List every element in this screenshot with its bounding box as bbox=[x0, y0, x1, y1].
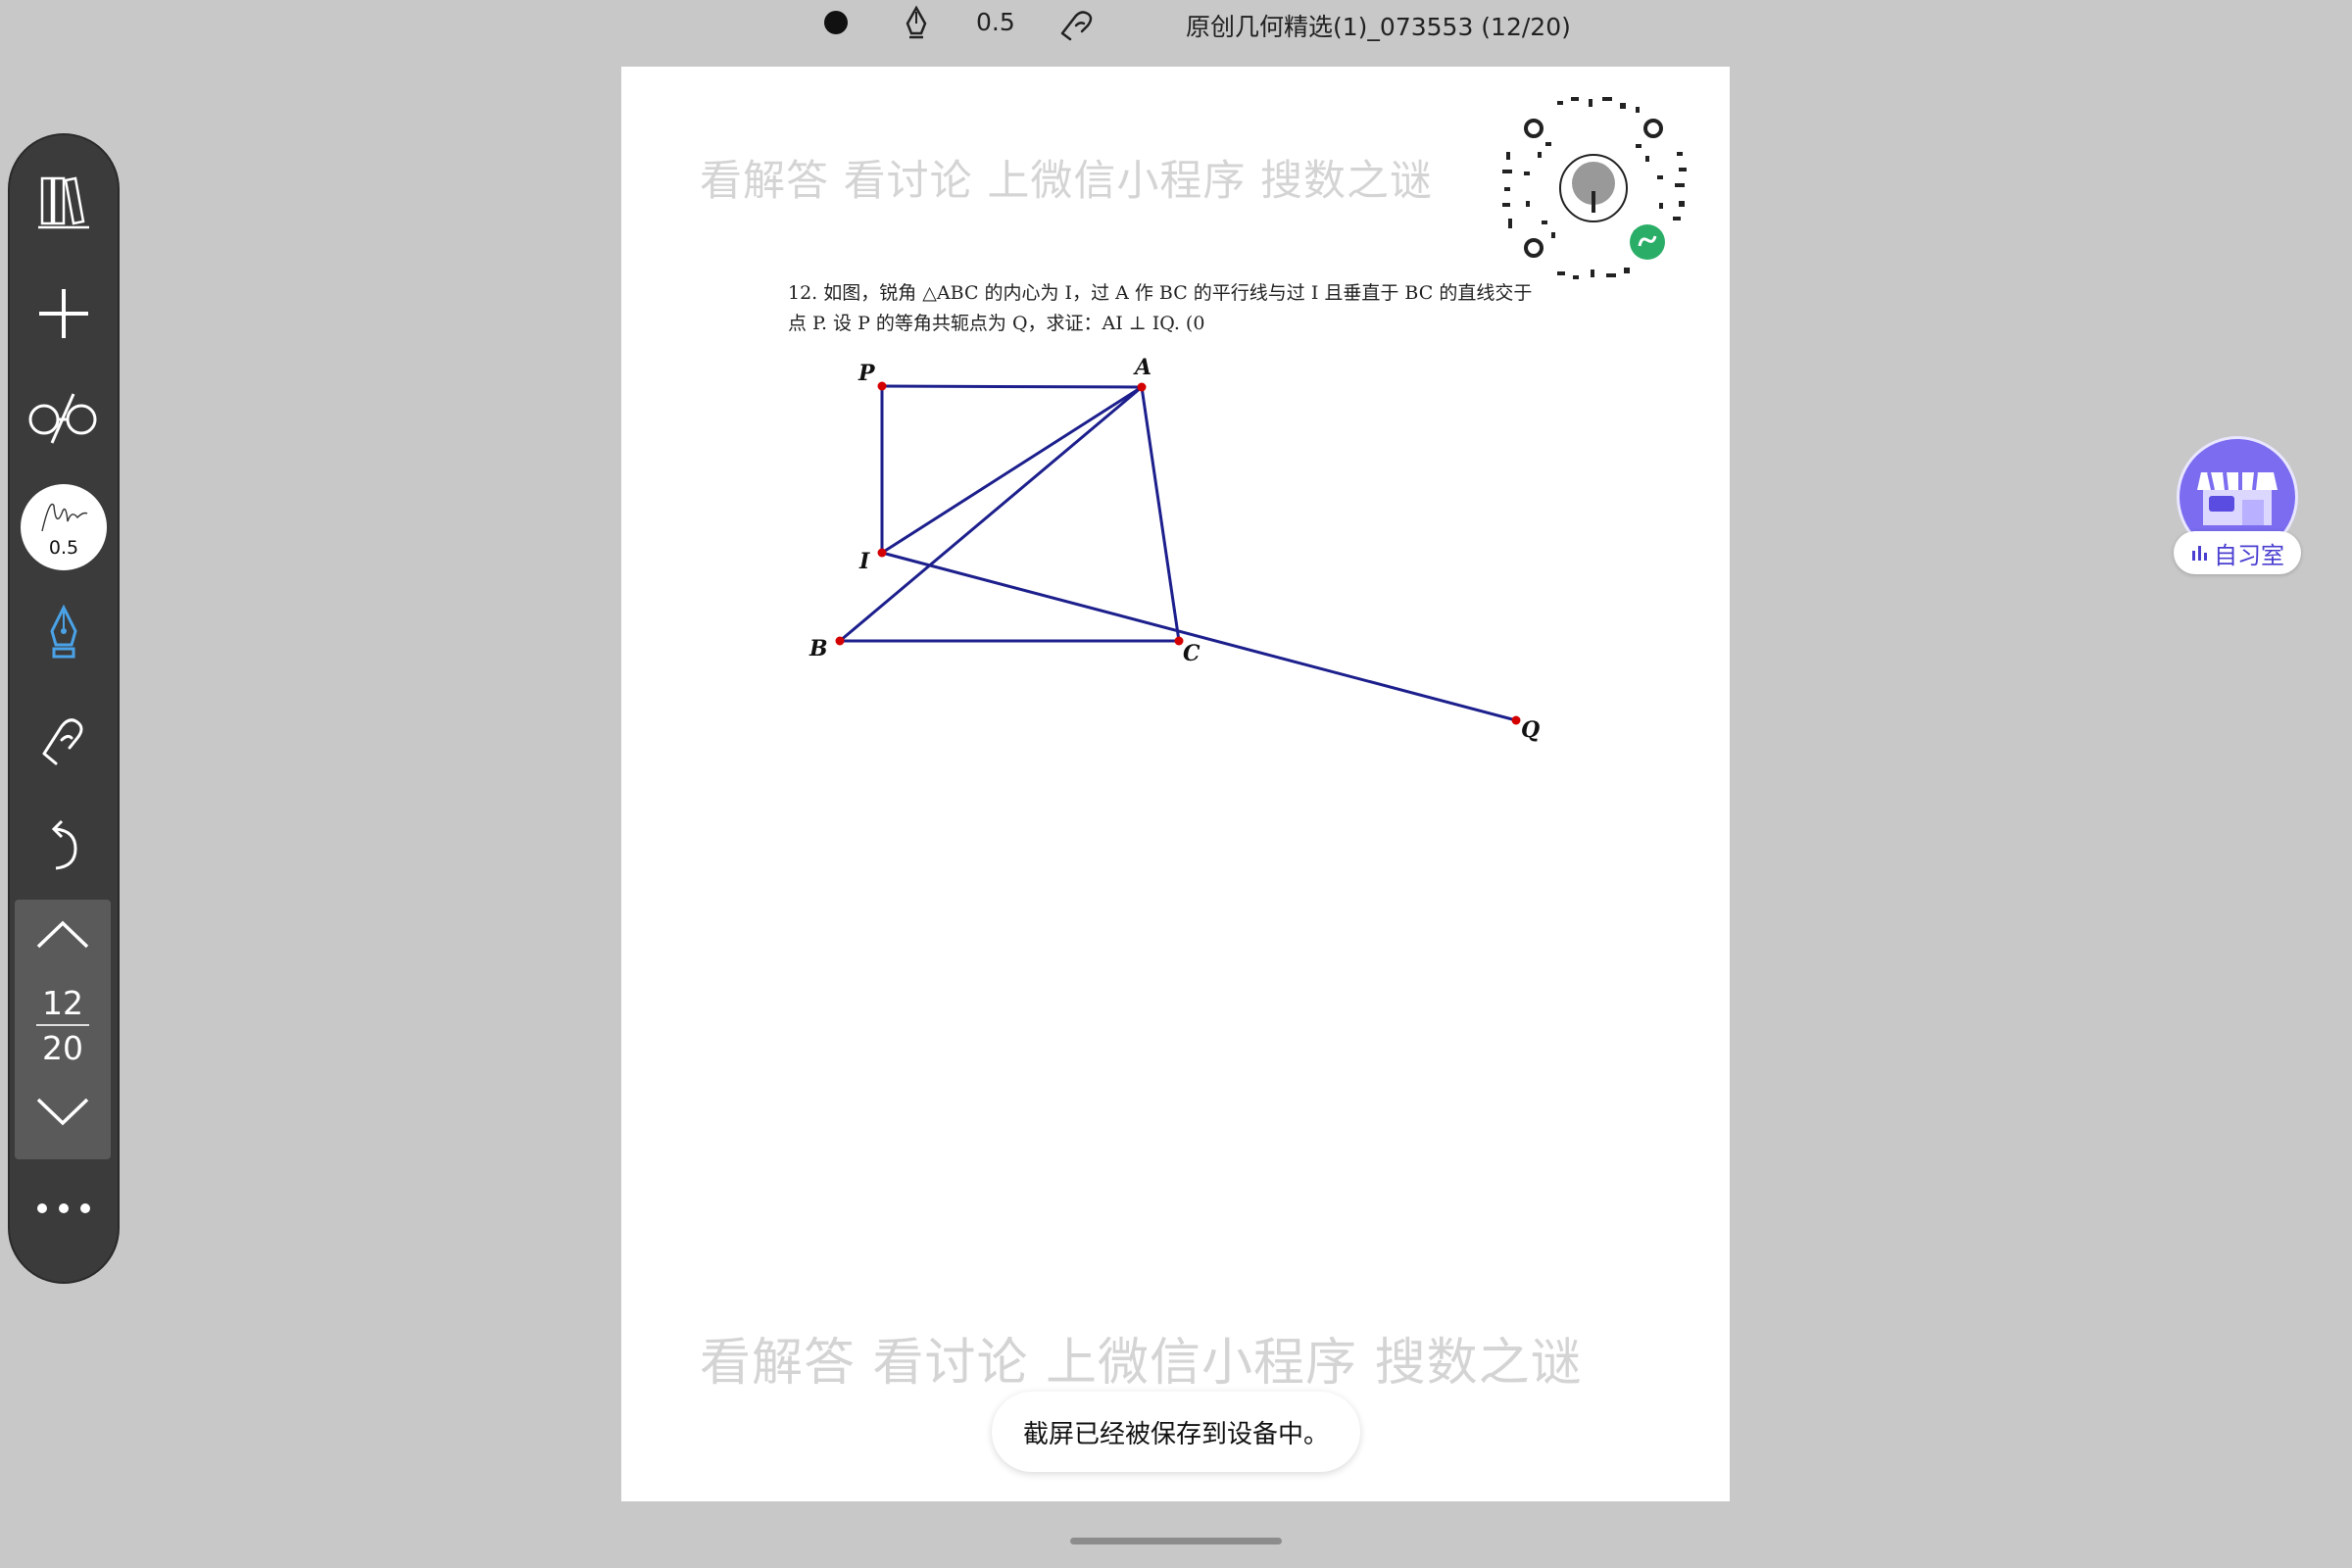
label-A: A bbox=[1133, 355, 1152, 380]
point-A bbox=[1137, 382, 1147, 392]
label-B: B bbox=[808, 636, 828, 662]
pen-preview: 0.5 bbox=[21, 484, 107, 570]
more-icon bbox=[37, 1203, 90, 1213]
segment-AI bbox=[881, 385, 1143, 555]
point-B bbox=[835, 636, 845, 646]
undo-button[interactable] bbox=[10, 817, 118, 876]
screenshot-saved-toast: 截屏已经被保存到设备中。 bbox=[992, 1392, 1360, 1472]
plus-icon bbox=[39, 289, 88, 338]
study-room-label: 自习室 bbox=[2174, 531, 2301, 574]
diagram-points bbox=[835, 381, 1521, 725]
label-I: I bbox=[858, 549, 870, 574]
label-Q: Q bbox=[1521, 717, 1540, 743]
chevron-down-icon[interactable] bbox=[36, 1098, 89, 1127]
segment-AC bbox=[1140, 386, 1181, 642]
bars-icon bbox=[2192, 546, 2207, 561]
point-Q bbox=[1511, 715, 1521, 725]
home-indicator[interactable] bbox=[1070, 1538, 1282, 1544]
page-divider bbox=[36, 1024, 89, 1026]
library-icon bbox=[38, 176, 89, 229]
chevron-up-icon[interactable] bbox=[36, 919, 89, 949]
glasses-icon bbox=[28, 393, 97, 444]
undo-icon bbox=[51, 819, 77, 870]
study-room-text: 自习室 bbox=[2214, 541, 2284, 569]
more-button[interactable] bbox=[10, 1194, 118, 1223]
pen-tool-button[interactable] bbox=[10, 602, 118, 664]
left-toolbar: 0.5 12 20 bbox=[10, 135, 118, 1282]
pen-size-label: 0.5 bbox=[48, 537, 79, 559]
page-navigator: 12 20 bbox=[15, 900, 111, 1159]
read-mode-button[interactable] bbox=[10, 388, 118, 447]
hand-tool-button[interactable] bbox=[10, 710, 118, 768]
hand-tool-icon[interactable] bbox=[1056, 4, 1100, 43]
point-P bbox=[877, 381, 887, 391]
geometry-diagram: P A I B C Q bbox=[808, 355, 1540, 743]
diagram-lines bbox=[839, 384, 1517, 722]
color-dot-icon[interactable] bbox=[824, 11, 848, 34]
pen-preview-button[interactable]: 0.5 bbox=[10, 482, 118, 572]
pen-tool-icon[interactable] bbox=[900, 4, 933, 43]
watermark-bottom: 看解答 看讨论 上微信小程序 搜数之谜 bbox=[700, 1334, 1583, 1393]
library-button[interactable] bbox=[10, 172, 118, 231]
current-page: 12 bbox=[42, 984, 83, 1022]
stroke-width-value: 0.5 bbox=[976, 8, 1015, 36]
top-bar: 0.5 原创几何精选(1)_073553 (12/20) bbox=[0, 0, 2352, 47]
segment-PA bbox=[881, 384, 1143, 389]
document-page: 看解答 看讨论 上微信小程序 搜数之谜 12. 如图，锐角 △ABC 的内心为 … bbox=[621, 67, 1730, 1501]
segment-IQ bbox=[881, 551, 1517, 722]
total-pages: 20 bbox=[42, 1029, 83, 1067]
study-room-button[interactable]: 自习室 bbox=[2174, 439, 2301, 581]
toast-text: 截屏已经被保存到设备中。 bbox=[1022, 1419, 1329, 1449]
hand-icon bbox=[42, 718, 83, 765]
add-button[interactable] bbox=[10, 284, 118, 343]
label-P: P bbox=[858, 361, 876, 386]
point-I bbox=[877, 548, 887, 558]
label-C: C bbox=[1183, 641, 1200, 666]
document-title: 原创几何精选(1)_073553 (12/20) bbox=[1186, 13, 1571, 41]
segment-AB bbox=[839, 385, 1143, 643]
fountain-pen-icon bbox=[50, 604, 77, 659]
